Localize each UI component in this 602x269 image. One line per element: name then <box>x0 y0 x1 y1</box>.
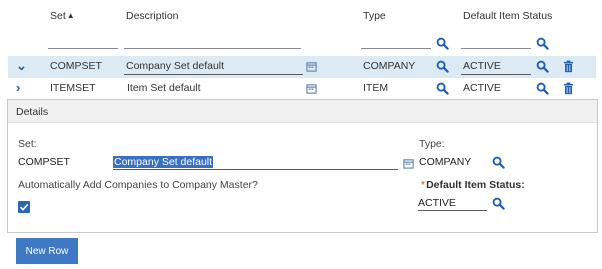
column-header-type[interactable]: Type <box>363 10 386 22</box>
table-row[interactable]: ⌄ COMPSET Company Set default COMPANY AC… <box>8 56 596 78</box>
long-description-icon[interactable] <box>306 83 317 94</box>
row-type-cell: ITEM <box>363 82 389 94</box>
row-status-field[interactable]: ACTIVE <box>461 60 531 75</box>
details-header: Details <box>8 100 597 123</box>
auto-add-label: Automatically Add Companies to Company M… <box>18 179 258 191</box>
description-selected-text: Company Set default <box>113 156 214 168</box>
details-panel: Details Set: COMPSET Company Set default… <box>7 99 598 233</box>
details-title: Details <box>16 106 49 118</box>
set-label: Set: <box>18 138 37 150</box>
sort-ascending-icon: ▲ <box>66 11 75 20</box>
default-status-field[interactable]: ACTIVE <box>418 197 487 211</box>
status-search-icon[interactable] <box>536 82 549 95</box>
required-marker: * <box>421 179 426 191</box>
filter-type-input[interactable] <box>361 48 431 49</box>
set-value: COMPSET <box>18 156 70 168</box>
details-long-description-icon[interactable] <box>403 158 414 169</box>
row-set-cell: ITEMSET <box>50 82 96 94</box>
row-description-field[interactable]: Company Set default <box>124 60 303 75</box>
default-status-label-text: Default Item Status: <box>426 179 525 191</box>
sets-page: Set▲ Description Type Default Item Statu… <box>0 0 602 269</box>
new-row-button[interactable]: New Row <box>16 238 78 264</box>
default-status-label: *Default Item Status: <box>421 179 525 191</box>
type-label: Type: <box>419 138 445 150</box>
status-search-icon[interactable] <box>536 60 549 73</box>
details-status-search-icon[interactable] <box>492 197 505 210</box>
delete-row-icon[interactable] <box>563 82 574 95</box>
filter-status-input[interactable] <box>461 48 531 49</box>
details-type-search-icon[interactable] <box>492 156 505 169</box>
column-header-description[interactable]: Description <box>126 10 179 22</box>
delete-row-icon[interactable] <box>563 60 574 73</box>
row-type-cell: COMPANY <box>363 60 416 72</box>
column-header-set-label: Set <box>50 10 66 22</box>
filter-set-input[interactable] <box>48 48 118 49</box>
column-header-set[interactable]: Set▲ <box>50 10 75 22</box>
filter-status-search-icon[interactable] <box>536 37 549 50</box>
type-value: COMPANY <box>419 156 472 168</box>
details-description-field[interactable]: Company Set default <box>113 156 398 170</box>
checkmark-icon <box>19 203 29 211</box>
chevron-down-icon[interactable]: ⌄ <box>16 58 27 74</box>
auto-add-checkbox[interactable] <box>18 201 30 213</box>
type-search-icon[interactable] <box>436 82 449 95</box>
long-description-icon[interactable] <box>306 61 317 72</box>
filter-type-search-icon[interactable] <box>436 37 449 50</box>
filter-description-input[interactable] <box>124 48 301 49</box>
table-row[interactable]: › ITEMSET Item Set default ITEM ACTIVE <box>8 78 596 100</box>
row-description-cell: Item Set default <box>127 82 201 94</box>
row-set-cell: COMPSET <box>50 60 102 72</box>
type-search-icon[interactable] <box>436 60 449 73</box>
chevron-right-icon[interactable]: › <box>16 80 20 95</box>
column-header-default-item-status[interactable]: Default Item Status <box>463 10 552 22</box>
row-status-cell: ACTIVE <box>463 82 501 94</box>
